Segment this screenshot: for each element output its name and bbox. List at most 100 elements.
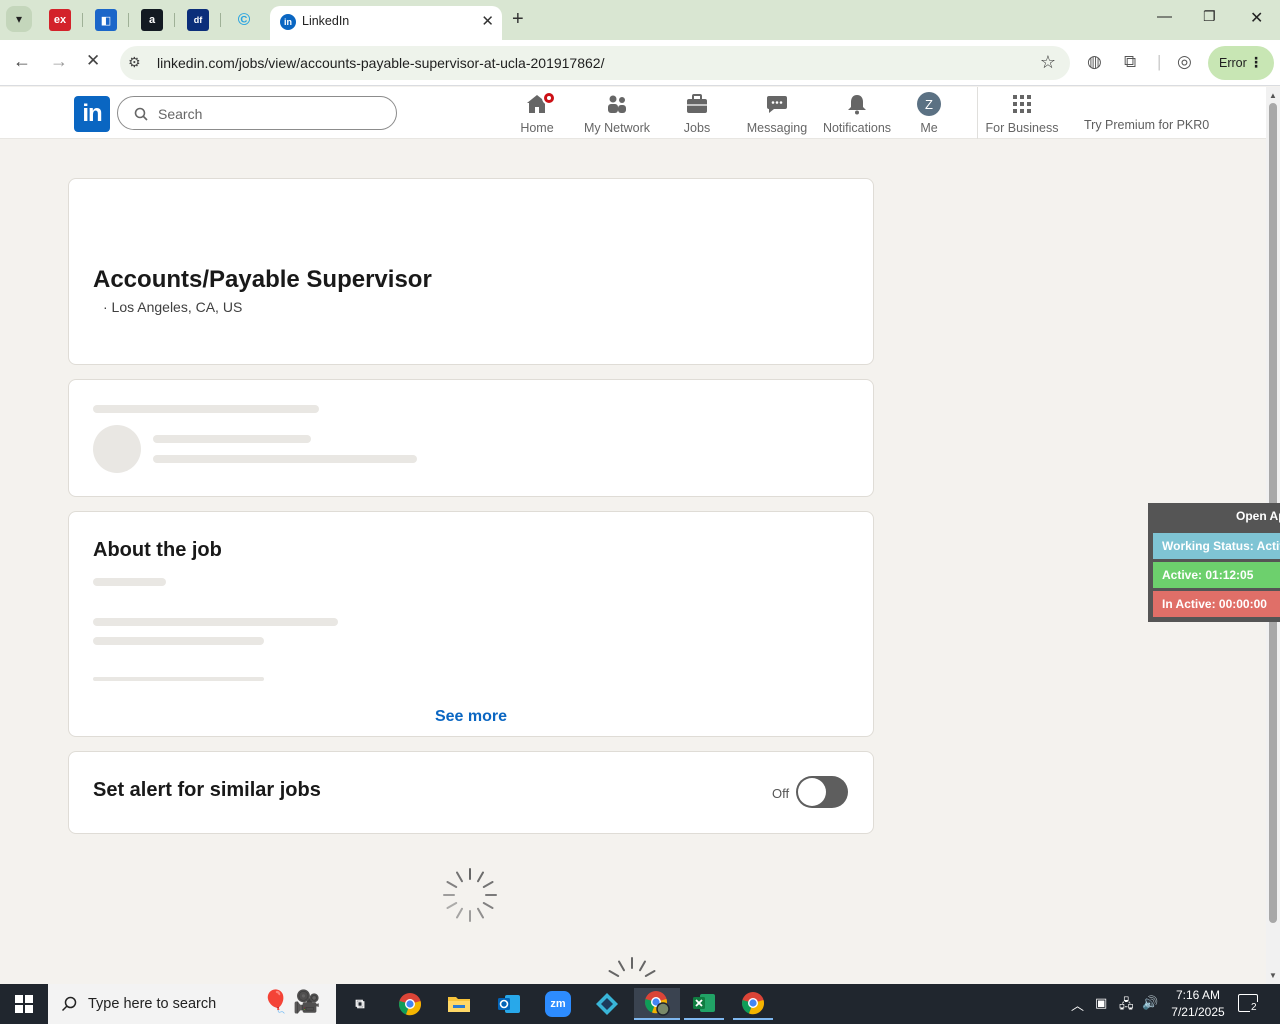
pinned-tab-amazon[interactable]: a	[141, 9, 163, 31]
restore-button[interactable]: ❐	[1203, 8, 1216, 25]
close-window-button[interactable]: ✕	[1250, 8, 1263, 28]
see-more-button[interactable]: See more	[69, 708, 873, 726]
nav-me[interactable]: Z Me	[889, 91, 969, 135]
job-alert-toggle[interactable]	[796, 776, 848, 808]
open-app-button[interactable]: Open Ap	[1236, 509, 1280, 523]
toggle-knob	[798, 778, 826, 806]
task-view-button[interactable]: ⧉	[340, 988, 380, 1020]
tab-linkedin[interactable]: in LinkedIn ✕	[270, 6, 502, 40]
skeleton-line	[93, 618, 338, 626]
clock-date: 7/21/2025	[1171, 1005, 1225, 1019]
browser-toolbar: ← → ✕ ⚙ linkedin.com/jobs/view/accounts-…	[0, 40, 1280, 86]
loading-spinner-icon	[608, 957, 656, 977]
search-highlight-camera-icon: 🎥	[293, 989, 321, 1014]
system-clock[interactable]: 7:16 AM 7/21/2025	[1160, 987, 1236, 1021]
new-tab-button[interactable]: +	[512, 8, 524, 31]
excel-icon	[693, 994, 715, 1012]
chrome-icon	[399, 993, 421, 1016]
nav-messaging-label: Messaging	[746, 121, 808, 135]
job-alert-card: Set alert for similar jobs Off	[68, 751, 874, 834]
nav-network-label: My Network	[584, 121, 650, 135]
chrome-taskbar-button[interactable]	[390, 988, 430, 1020]
nav-messaging[interactable]: Messaging	[737, 91, 817, 135]
search-icon	[134, 107, 148, 121]
skeleton-line	[153, 455, 417, 463]
ex-icon: ex	[53, 14, 67, 26]
job-location: · Los Angeles, CA, US	[103, 299, 243, 315]
tab-separator	[220, 13, 221, 27]
linkedin-logo-icon[interactable]: in	[74, 96, 110, 132]
search-icon	[61, 996, 77, 1012]
nav-me-label: Me	[920, 121, 938, 135]
nav-jobs-label: Jobs	[683, 121, 711, 135]
loading-company-card	[68, 379, 874, 497]
taskbar-search-input[interactable]: Type here to search 🎈 🎥	[48, 984, 336, 1024]
nav-jobs[interactable]: Jobs	[657, 91, 737, 135]
minimize-button[interactable]: —	[1157, 8, 1172, 25]
close-tab-icon[interactable]: ✕	[481, 12, 494, 30]
loading-spinner-icon	[443, 868, 497, 922]
header-divider	[977, 87, 978, 139]
nav-home[interactable]: Home	[497, 91, 577, 135]
search-placeholder: Search	[158, 106, 203, 122]
excel-button[interactable]	[684, 988, 724, 1020]
stop-loading-button[interactable]: ✕	[86, 51, 100, 71]
chrome-icon	[742, 992, 764, 1015]
translate-icon[interactable]: ◍	[1087, 52, 1102, 72]
zoom-button[interactable]: zm	[538, 988, 578, 1020]
show-hidden-icons-chevron-icon[interactable]: ︿	[1071, 995, 1084, 1014]
try-premium-link[interactable]: Try Premium for PKR0	[1084, 118, 1209, 132]
back-button[interactable]: ←	[13, 51, 31, 72]
nav-my-network[interactable]: My Network	[577, 91, 657, 135]
df-icon: df	[193, 15, 203, 25]
windows-taskbar: Type here to search 🎈 🎥 ⧉ zm ︿ ▣ 🖧 🔊 7:1…	[0, 984, 1280, 1024]
active-time-row: Active: 01:12:05	[1153, 562, 1280, 588]
forward-button[interactable]: →	[50, 51, 68, 72]
profile-error-label: Error	[1219, 56, 1247, 70]
skeleton-line	[93, 578, 166, 586]
tab-separator	[82, 13, 83, 27]
nav-notifications[interactable]: Notifications	[817, 91, 897, 135]
linkedin-header: in Search Home My Network Jobs Messaging…	[0, 87, 1266, 139]
briefcase-icon	[657, 91, 737, 117]
tab-search-button[interactable]: ▾	[6, 6, 32, 32]
pinned-tab-copyright[interactable]: ©	[233, 9, 255, 31]
outlook-button[interactable]	[489, 988, 529, 1020]
profile-icon[interactable]: ◎	[1177, 52, 1192, 72]
nav-for-business[interactable]: For Business	[982, 91, 1062, 135]
address-bar[interactable]: ⚙ linkedin.com/jobs/view/accounts-payabl…	[120, 46, 1070, 80]
url-text[interactable]: linkedin.com/jobs/view/accounts-payable-…	[157, 55, 604, 71]
action-center-button[interactable]: 2	[1238, 994, 1258, 1013]
copyright-icon: ©	[237, 10, 251, 29]
tab-title: LinkedIn	[302, 14, 350, 28]
skeleton-line	[153, 435, 311, 443]
nav-notifications-label: Notifications	[822, 121, 892, 135]
chrome-profile-button[interactable]	[634, 988, 680, 1020]
tab-separator	[174, 13, 175, 27]
inactive-time-row: In Active: 00:00:00	[1153, 591, 1280, 617]
pinned-tab-a[interactable]: ◧	[95, 9, 117, 31]
working-status-row: Working Status: Activ	[1153, 533, 1280, 559]
chrome-profile-icon	[645, 991, 670, 1016]
start-button[interactable]	[0, 984, 48, 1024]
bookmark-star-icon[interactable]: ☆	[1040, 52, 1056, 73]
site-info-icon[interactable]: ⚙	[128, 54, 141, 71]
skeleton-line	[93, 405, 319, 413]
nav-home-label: Home	[520, 121, 554, 135]
scroll-up-arrow-icon[interactable]: ▲	[1269, 91, 1277, 100]
notification-count: 2	[1250, 1002, 1258, 1013]
network-icon[interactable]: 🖧	[1119, 995, 1134, 1017]
extensions-icon[interactable]: ⧉	[1124, 52, 1136, 72]
volume-icon[interactable]: 🔊	[1142, 995, 1158, 1011]
chrome-2-button[interactable]	[733, 988, 773, 1020]
pinned-tab-df[interactable]: df	[187, 9, 209, 31]
pinned-tab-ex[interactable]: ex	[49, 9, 71, 31]
app-diamond-button[interactable]	[587, 988, 627, 1020]
profile-error-button[interactable]: Error ⋮	[1208, 46, 1274, 80]
tray-app-icon[interactable]: ▣	[1095, 995, 1107, 1011]
more-menu-icon[interactable]: ⋮	[1249, 54, 1263, 71]
skeleton-line	[93, 637, 264, 645]
scroll-down-arrow-icon[interactable]: ▼	[1269, 971, 1277, 980]
search-input[interactable]: Search	[117, 96, 397, 130]
file-explorer-button[interactable]	[439, 988, 479, 1020]
